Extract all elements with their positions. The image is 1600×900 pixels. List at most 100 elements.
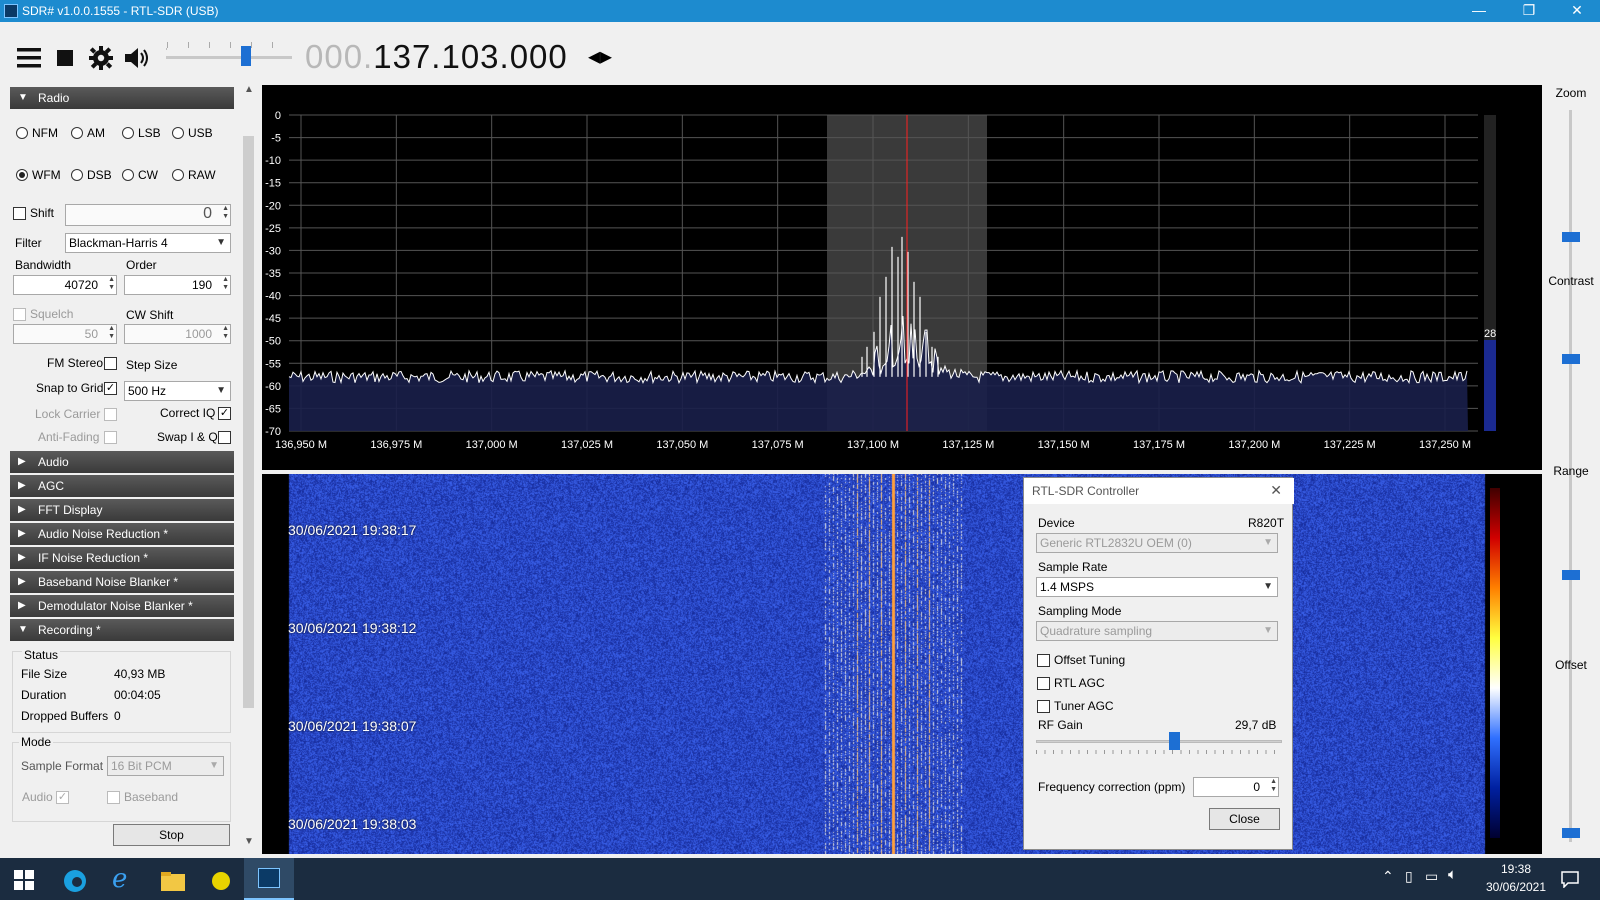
section-audio[interactable]: ▶ Audio [10, 451, 234, 473]
mode-am-radio[interactable] [71, 127, 83, 139]
stop-recording-button[interactable]: Stop [113, 824, 230, 846]
freq-corr-input[interactable]: 0 ▲ ▼ [1193, 777, 1279, 797]
tune-arrows-icon[interactable]: ◂▸ [588, 42, 612, 71]
mode-lsb-radio[interactable] [122, 127, 134, 139]
close-window-button[interactable]: ✕ [1554, 0, 1600, 22]
file-explorer-icon[interactable] [160, 870, 186, 892]
squelch-checkbox[interactable] [13, 308, 26, 321]
section-radio-label: Radio [38, 91, 70, 105]
bandwidth-spinner[interactable]: ▲ ▼ [103, 276, 115, 292]
section-audio-noise-reduction[interactable]: ▶ Audio Noise Reduction * [10, 523, 234, 545]
range-thumb[interactable] [1562, 570, 1580, 580]
fmstereo-checkbox[interactable] [104, 357, 117, 370]
swapiq-checkbox[interactable] [218, 431, 231, 444]
cwshift-spinner[interactable]: ▲ ▼ [217, 325, 229, 341]
volume-thumb[interactable] [241, 46, 251, 66]
panel-scrollbar[interactable]: ▲ ▼ [241, 84, 256, 854]
freq-corr-spinner[interactable]: ▲ ▼ [1265, 778, 1277, 794]
spectrum-plot[interactable]: 0 -5 -10 -15 -20 -25 -30 -35 -40 -45 -50 -55 -60 -65 -… [262, 85, 1542, 470]
section-agc[interactable]: ▶ AGC [10, 475, 234, 497]
device-select[interactable]: Generic RTL2832U OEM (0) ▼ [1036, 533, 1278, 553]
clock-time[interactable]: 19:38 [1488, 862, 1544, 876]
section-recording[interactable]: ▼ Recording * [10, 619, 234, 641]
offset-thumb[interactable] [1562, 828, 1580, 838]
scroll-up-icon[interactable]: ▲ [244, 84, 254, 95]
section-radio[interactable]: ▼ Radio [10, 87, 234, 109]
shift-spinner[interactable]: ▲ ▼ [217, 205, 229, 221]
speaker-icon[interactable] [123, 46, 151, 70]
section-fft-display[interactable]: ▶ FFT Display [10, 499, 234, 521]
mode-usb-radio[interactable] [172, 127, 184, 139]
dialog-close-icon[interactable]: ✕ [1270, 482, 1282, 499]
rf-gain-thumb[interactable] [1169, 732, 1180, 750]
sample-format-select[interactable]: 16 Bit PCM ▼ [107, 756, 224, 776]
stepsize-select[interactable]: 500 Hz ▼ [124, 381, 231, 401]
audio-rec-checkbox[interactable]: ✓ [56, 791, 69, 804]
waterfall-canvas[interactable] [262, 474, 1542, 854]
antifading-checkbox[interactable] [104, 431, 117, 444]
section-agc-label: AGC [38, 479, 65, 493]
mode-wfm-label: WFM [32, 168, 61, 182]
dialog-close-button[interactable]: Close [1209, 808, 1280, 830]
volume-tray-icon[interactable]: 🔈︎ [1448, 866, 1457, 883]
scrollbar-thumb[interactable] [243, 136, 254, 708]
sample-rate-select[interactable]: 1.4 MSPS ▼ [1036, 577, 1278, 597]
section-demodulator-noise-blanker[interactable]: ▶ Demodulator Noise Blanker * [10, 595, 234, 617]
lockcarrier-checkbox[interactable] [104, 408, 117, 421]
mode-wfm-radio[interactable] [16, 169, 28, 181]
section-baseband-noise-blanker[interactable]: ▶ Baseband Noise Blanker * [10, 571, 234, 593]
mode-raw-radio[interactable] [172, 169, 184, 181]
x-tick-label: 137,050 M [656, 439, 708, 451]
internet-explorer-icon[interactable]: e [112, 864, 127, 894]
filter-select[interactable]: Blackman-Harris 4 ▼ [65, 233, 231, 253]
menu-icon[interactable] [15, 46, 43, 70]
mode-nfm-radio[interactable] [16, 127, 28, 139]
app-ball-icon[interactable] [210, 870, 232, 892]
waterfall-display[interactable]: 30/06/2021 19:38:17 30/06/2021 19:38:12 … [262, 474, 1542, 854]
sdrsharp-taskbar-button[interactable] [244, 858, 294, 900]
correctiq-checkbox[interactable]: ✓ [218, 407, 231, 420]
section-if-noise-reduction[interactable]: ▶ IF Noise Reduction * [10, 547, 234, 569]
stop-icon[interactable] [55, 48, 75, 68]
scroll-down-icon[interactable]: ▼ [244, 836, 254, 847]
network-icon[interactable]: ▭ [1425, 868, 1438, 885]
squelch-input[interactable]: 50 ▲ ▼ [13, 324, 117, 344]
offset-label: Offset [1555, 658, 1587, 672]
offset-tuning-checkbox[interactable] [1037, 654, 1050, 667]
tray-chevron-icon[interactable]: ⌃ [1382, 868, 1394, 885]
sampling-mode-select[interactable]: Quadrature sampling ▼ [1036, 621, 1278, 641]
order-input[interactable]: 190 ▲ ▼ [124, 275, 231, 295]
gear-icon[interactable] [88, 45, 114, 71]
tuner-agc-checkbox[interactable] [1037, 700, 1050, 713]
usb-icon[interactable]: ▯ [1405, 868, 1413, 885]
rf-gain-slider[interactable] [1036, 740, 1282, 743]
cwshift-input[interactable]: 1000 ▲ ▼ [124, 324, 231, 344]
rtl-agc-checkbox[interactable] [1037, 677, 1050, 690]
maximize-button[interactable]: ❐ [1506, 0, 1552, 22]
y-tick-label: -35 [265, 268, 281, 280]
frequency-display[interactable]: 000.137.103.000 [305, 38, 568, 76]
level-value: 28 [1484, 328, 1496, 340]
bandwidth-input[interactable]: 40720 ▲ ▼ [13, 275, 117, 295]
snap-checkbox[interactable]: ✓ [104, 382, 117, 395]
windows-start-icon[interactable] [14, 870, 34, 890]
edge-browser-icon[interactable] [62, 868, 88, 894]
expand-icon: ▶ [18, 456, 26, 467]
volume-slider[interactable] [166, 42, 293, 50]
squelch-spinner[interactable]: ▲ ▼ [103, 325, 115, 341]
mode-cw-radio[interactable] [122, 169, 134, 181]
shift-input[interactable]: 0 ▲ ▼ [65, 204, 231, 226]
offset-slider[interactable] [1569, 682, 1572, 842]
zoom-thumb[interactable] [1562, 232, 1580, 242]
shift-checkbox[interactable] [13, 207, 26, 220]
spectrum-display[interactable]: 0 -5 -10 -15 -20 -25 -30 -35 -40 -45 -50 -55 -60 -65 -… [262, 85, 1542, 470]
clock-date[interactable]: 30/06/2021 [1478, 880, 1554, 894]
order-spinner[interactable]: ▲ ▼ [217, 276, 229, 292]
mode-dsb-radio[interactable] [71, 169, 83, 181]
contrast-thumb[interactable] [1562, 354, 1580, 364]
notifications-icon[interactable] [1560, 870, 1580, 888]
minimize-button[interactable]: — [1456, 0, 1502, 22]
y-tick-label: -45 [265, 313, 281, 325]
baseband-rec-checkbox[interactable] [107, 791, 120, 804]
section-recording-label: Recording * [38, 623, 101, 637]
